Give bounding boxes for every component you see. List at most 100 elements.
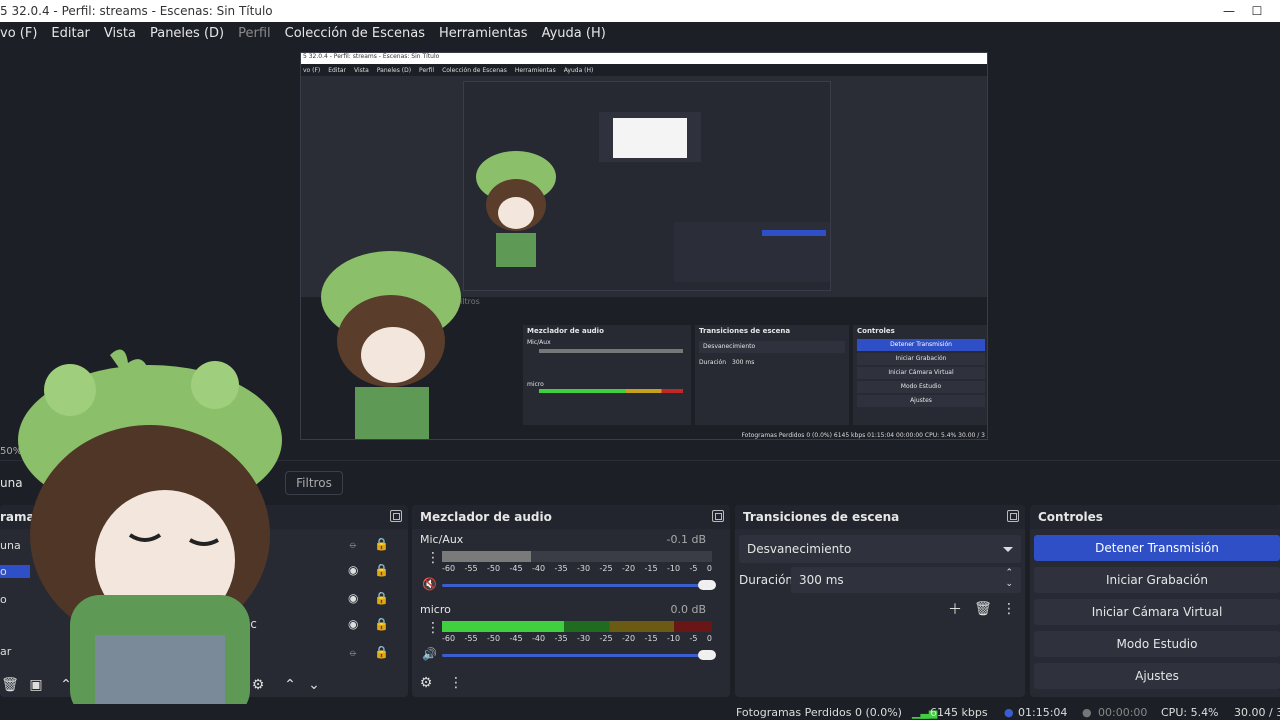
recursive-dock: [674, 222, 830, 282]
channel-mic-aux: Mic/Aux -0.1 dB ⋮ -60 -55 -50 -45 -40 -35 -30-…: [420, 533, 720, 593]
inner-ch1-meter: [539, 349, 683, 353]
status-bar: Fotogramas Perdidos 0 (0.0%) ▁▃▅ 6145 kb…: [0, 704, 1280, 720]
tick: -5: [689, 634, 698, 643]
menu-help[interactable]: Ayuda (H): [535, 26, 613, 41]
inner-status: Fotogramas Perdidos 0 (0.0%) 6145 kbps 0…: [741, 432, 985, 439]
menu-scene-collection[interactable]: Colección de Escenas: [278, 26, 432, 41]
tick: -55: [464, 634, 478, 643]
transitions-title: Transiciones de escena: [743, 510, 900, 524]
inner-btn-stop: Detener Transmisión: [857, 339, 985, 351]
transition-select[interactable]: Desvanecimiento: [739, 535, 1021, 563]
settings-button[interactable]: Ajustes: [1034, 663, 1280, 689]
inner-menu-item: Paneles (D): [376, 66, 412, 74]
tick: -20: [622, 564, 636, 573]
muted-speaker-icon[interactable]: 🔇: [422, 577, 437, 591]
popout-icon[interactable]: [390, 510, 402, 522]
menu-edit[interactable]: Editar: [44, 26, 97, 41]
volume-slider[interactable]: [442, 650, 716, 660]
volume-slider[interactable]: [442, 580, 716, 590]
title-bar: 5 32.0.4 - Perfil: streams - Escenas: Si…: [0, 0, 1280, 22]
chevron-down-icon[interactable]: ⌄: [304, 675, 324, 695]
add-icon[interactable]: ＋: [945, 599, 965, 619]
stop-streaming-button[interactable]: Detener Transmisión: [1034, 535, 1280, 561]
inner-title-bar: 5 32.0.4 - Perfil: streams - Escenas: Si…: [301, 53, 987, 64]
stepper-arrows-icon[interactable]: ⌃ ⌄: [1005, 568, 1013, 590]
audio-mixer-header: Mezclador de audio: [412, 505, 730, 529]
meter-ticks: -60 -55 -50 -45 -40 -35 -30 -25 -20 -15 -10 -5 0: [442, 634, 712, 643]
eye-icon[interactable]: ◉: [348, 591, 358, 605]
lock-icon[interactable]: 🔒: [374, 645, 389, 659]
lock-icon[interactable]: 🔒: [374, 537, 389, 551]
tick: -60: [442, 564, 456, 573]
maximize-button[interactable]: ☐: [1246, 0, 1268, 22]
transition-select-value: Desvanecimiento: [747, 542, 852, 556]
live-icon: ●: [1004, 706, 1014, 719]
slider-knob[interactable]: [698, 580, 716, 590]
meter-fill: [442, 551, 532, 562]
tick: -35: [554, 564, 568, 573]
inner-duration-value: 300 ms: [732, 359, 755, 366]
channel-db: -0.1 dB: [666, 533, 707, 546]
record-time: 00:00:00: [1098, 706, 1148, 719]
controls-buttons: Detener Transmisión Iniciar Grabación In…: [1030, 529, 1280, 689]
inner-ch1-name: Mic/Aux: [527, 339, 551, 346]
lock-icon[interactable]: 🔒: [374, 591, 389, 605]
inner-menu-item: Editar: [328, 66, 347, 74]
controls-dock: Controles Detener Transmisión Iniciar Gr…: [1030, 505, 1280, 697]
menu-tools[interactable]: Herramientas: [432, 26, 535, 41]
menu-file[interactable]: vo (F): [0, 26, 44, 41]
more-options-icon[interactable]: ⋮: [999, 599, 1019, 619]
meter-ticks: -60 -55 -50 -45 -40 -35 -30 -25 -20 -15 -10 -5 0: [442, 564, 712, 573]
scene-transitions-dock: Transiciones de escena Desvanecimiento D…: [735, 505, 1025, 697]
advanced-audio-icon[interactable]: ⚙: [416, 673, 436, 693]
tick: 0: [706, 564, 712, 573]
preview-canvas[interactable]: 5 32.0.4 - Perfil: streams - Escenas: Si…: [300, 52, 988, 440]
tick: -40: [532, 564, 546, 573]
menu-profile[interactable]: Perfil: [231, 26, 278, 41]
audio-mixer-title: Mezclador de audio: [420, 510, 552, 524]
more-options-icon[interactable]: ⋮: [446, 673, 466, 693]
cpu-usage: CPU: 5.4%: [1161, 706, 1219, 719]
tick: -10: [667, 634, 681, 643]
duration-field[interactable]: 300 ms ⌃ ⌄: [791, 567, 1021, 593]
inner-btn-settings: Ajustes: [857, 395, 985, 407]
eye-icon[interactable]: ◉: [348, 563, 358, 577]
speaker-icon[interactable]: 🔊: [422, 647, 437, 661]
inner-btn-vcam: Iniciar Cámara Virtual: [857, 367, 985, 379]
start-virtual-camera-button[interactable]: Iniciar Cámara Virtual: [1034, 599, 1280, 625]
recursive-preview-inner: [599, 112, 701, 162]
inner-btn-studio: Modo Estudio: [857, 381, 985, 393]
inner-menu-item: Vista: [354, 66, 369, 74]
inner-duration-row: Duración 300 ms: [695, 353, 849, 366]
inner-transitions-title: Transiciones de escena: [699, 327, 791, 335]
volume-meter: [442, 551, 712, 562]
hidden-eye-icon[interactable]: ⦵: [348, 645, 358, 660]
popout-icon[interactable]: [1007, 510, 1019, 522]
bitrate: 6145 kbps: [930, 706, 988, 719]
inner-mixer-dock: Mezclador de audio Mic/Aux micro: [523, 325, 691, 425]
avatar-overlay: [18, 349, 282, 720]
recursive-preview-image: [613, 118, 687, 158]
minimize-button[interactable]: —: [1218, 0, 1240, 22]
trash-icon[interactable]: 🗑: [973, 599, 993, 619]
start-recording-button[interactable]: Iniciar Grabación: [1034, 567, 1280, 593]
menu-docks[interactable]: Paneles (D): [143, 26, 231, 41]
inner-controls-dock: Controles Detener Transmisión Iniciar Gr…: [853, 325, 987, 425]
lock-icon[interactable]: 🔒: [374, 617, 389, 631]
inner-ch2-name: micro: [527, 381, 544, 388]
channel-menu-icon[interactable]: ⋮: [426, 621, 440, 635]
channel-menu-icon[interactable]: ⋮: [426, 551, 440, 565]
hidden-eye-icon[interactable]: ⦵: [348, 537, 358, 552]
controls-title: Controles: [1038, 510, 1103, 524]
popout-icon[interactable]: [712, 510, 724, 522]
studio-mode-button[interactable]: Modo Estudio: [1034, 631, 1280, 657]
menu-view[interactable]: Vista: [97, 26, 143, 41]
tick: -10: [667, 564, 681, 573]
inner-menu-item: Herramientas: [514, 66, 556, 74]
tick: -45: [509, 634, 523, 643]
eye-icon[interactable]: ◉: [348, 617, 358, 631]
slider-knob[interactable]: [698, 650, 716, 660]
duration-label: Duración: [739, 573, 794, 587]
lock-icon[interactable]: 🔒: [374, 563, 389, 577]
window-title: 5 32.0.4 - Perfil: streams - Escenas: Si…: [0, 4, 273, 18]
